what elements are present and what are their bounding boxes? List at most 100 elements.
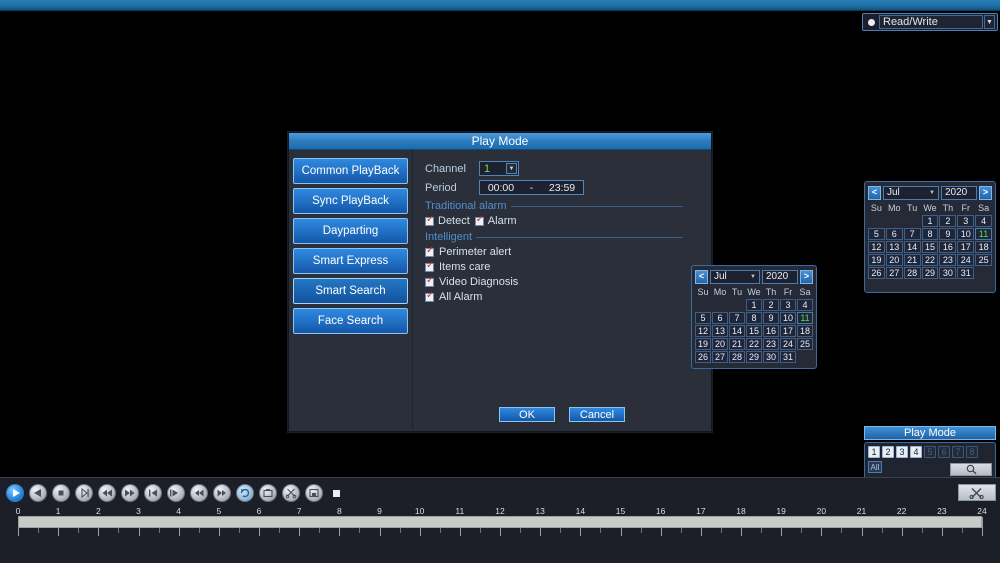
- calendar-day-cell[interactable]: 18: [975, 241, 992, 253]
- calendar-day-cell[interactable]: 6: [885, 228, 903, 240]
- calendar-next-button[interactable]: >: [800, 269, 813, 284]
- rewind-button[interactable]: [98, 484, 116, 502]
- calendar-day-cell[interactable]: 8: [746, 312, 762, 324]
- calendar-day-cell[interactable]: 11: [797, 312, 813, 324]
- calendar-month-select[interactable]: Jul ▼: [710, 269, 760, 284]
- channel-button-8[interactable]: 8: [966, 446, 978, 458]
- channel-select[interactable]: 1 ▼: [479, 161, 519, 176]
- channel-all-button[interactable]: All: [868, 461, 882, 473]
- channel-button-3[interactable]: 3: [896, 446, 908, 458]
- chevron-down-icon[interactable]: ▼: [506, 163, 517, 174]
- calendar-day-cell[interactable]: 19: [695, 338, 711, 350]
- period-input[interactable]: 00:00 - 23:59: [479, 180, 584, 195]
- calendar-day-cell[interactable]: 30: [763, 351, 779, 363]
- calendar-day-cell[interactable]: 4: [975, 215, 992, 227]
- calendar-day-cell[interactable]: 8: [921, 228, 939, 240]
- calendar-day-cell[interactable]: 21: [729, 338, 745, 350]
- chevron-down-icon[interactable]: ▼: [984, 15, 995, 29]
- calendar-day-cell[interactable]: 2: [763, 299, 779, 311]
- calendar-day-cell[interactable]: 22: [746, 338, 762, 350]
- calendar-day-cell[interactable]: 16: [763, 325, 779, 337]
- calendar-day-cell[interactable]: 22: [921, 254, 939, 266]
- cancel-button[interactable]: Cancel: [569, 407, 625, 422]
- ok-button[interactable]: OK: [499, 407, 555, 422]
- calendar-day-cell[interactable]: 25: [975, 254, 992, 266]
- timeline-track[interactable]: [18, 516, 982, 528]
- channel-button-1[interactable]: 1: [868, 446, 880, 458]
- calendar-day-cell[interactable]: 31: [957, 267, 975, 279]
- mode-button-dayparting[interactable]: Dayparting: [293, 218, 408, 244]
- clip-export-button[interactable]: [958, 484, 996, 501]
- calendar-day-cell[interactable]: 26: [868, 267, 885, 279]
- checkbox-all-alarm[interactable]: All Alarm: [425, 291, 711, 303]
- calendar-year-field[interactable]: 2020: [762, 269, 798, 284]
- calendar-day-cell[interactable]: 26: [695, 351, 711, 363]
- previous-frame-button[interactable]: [144, 484, 162, 502]
- stop-button[interactable]: [52, 484, 70, 502]
- calendar-day-cell[interactable]: 28: [729, 351, 745, 363]
- calendar-day-cell[interactable]: 11: [975, 228, 992, 240]
- calendar-day-cell[interactable]: 12: [868, 241, 885, 253]
- calendar-day-cell[interactable]: 2: [939, 215, 957, 227]
- calendar-next-button[interactable]: >: [979, 185, 992, 200]
- calendar-day-cell[interactable]: 7: [903, 228, 921, 240]
- calendar-day-cell[interactable]: 30: [939, 267, 957, 279]
- calendar-day-cell[interactable]: 24: [780, 338, 796, 350]
- calendar-day-cell[interactable]: 7: [729, 312, 745, 324]
- calendar-day-cell[interactable]: 3: [957, 215, 975, 227]
- calendar-day-cell[interactable]: 1: [921, 215, 939, 227]
- calendar-day-cell[interactable]: 4: [797, 299, 813, 311]
- calendar-day-cell[interactable]: 31: [780, 351, 796, 363]
- calendar-day-cell[interactable]: 23: [939, 254, 957, 266]
- calendar-day-cell[interactable]: 29: [921, 267, 939, 279]
- calendar-day-cell[interactable]: 14: [903, 241, 921, 253]
- calendar-day-cell[interactable]: 10: [780, 312, 796, 324]
- chevron-down-icon[interactable]: ▼: [748, 272, 758, 282]
- calendar-day-cell[interactable]: 9: [939, 228, 957, 240]
- mode-button-smart-search[interactable]: Smart Search: [293, 278, 408, 304]
- calendar-day-cell[interactable]: 12: [695, 325, 711, 337]
- calendar-prev-button[interactable]: <: [868, 185, 881, 200]
- calendar-day-cell[interactable]: 20: [712, 338, 728, 350]
- storage-mode-select[interactable]: Read/Write ▼: [862, 13, 998, 31]
- checkbox-detect[interactable]: Detect: [425, 215, 470, 227]
- calendar-day-cell[interactable]: 10: [957, 228, 975, 240]
- channel-button-2[interactable]: 2: [882, 446, 894, 458]
- fast-forward-button[interactable]: [121, 484, 139, 502]
- calendar-day-cell[interactable]: 13: [885, 241, 903, 253]
- chevron-down-icon[interactable]: ▼: [927, 188, 937, 198]
- calendar-day-cell[interactable]: 17: [957, 241, 975, 253]
- calendar-day-cell[interactable]: 18: [797, 325, 813, 337]
- calendar-day-cell[interactable]: 17: [780, 325, 796, 337]
- mode-button-smart-express[interactable]: Smart Express: [293, 248, 408, 274]
- save-button[interactable]: [305, 484, 323, 502]
- channel-button-5[interactable]: 5: [924, 446, 936, 458]
- checkbox-items-care[interactable]: Items care: [425, 261, 711, 273]
- search-button[interactable]: [950, 463, 992, 476]
- previous-file-button[interactable]: [190, 484, 208, 502]
- channel-button-6[interactable]: 6: [938, 446, 950, 458]
- calendar-day-cell[interactable]: 28: [903, 267, 921, 279]
- calendar-day-cell[interactable]: 3: [780, 299, 796, 311]
- calendar-day-cell[interactable]: 27: [885, 267, 903, 279]
- calendar-month-select[interactable]: Jul ▼: [883, 185, 939, 200]
- slow-play-button[interactable]: [75, 484, 93, 502]
- calendar-year-field[interactable]: 2020: [941, 185, 977, 200]
- clip-button[interactable]: [282, 484, 300, 502]
- calendar-day-cell[interactable]: 1: [746, 299, 762, 311]
- calendar-day-cell[interactable]: 5: [695, 312, 711, 324]
- next-frame-button[interactable]: [167, 484, 185, 502]
- calendar-day-cell[interactable]: 6: [712, 312, 728, 324]
- calendar-day-cell[interactable]: 9: [763, 312, 779, 324]
- mode-button-common-playback[interactable]: Common PlayBack: [293, 158, 408, 184]
- calendar-day-cell[interactable]: 14: [729, 325, 745, 337]
- calendar-day-cell[interactable]: 13: [712, 325, 728, 337]
- next-file-button[interactable]: [213, 484, 231, 502]
- calendar-prev-button[interactable]: <: [695, 269, 708, 284]
- calendar-day-cell[interactable]: 24: [957, 254, 975, 266]
- calendar-day-cell[interactable]: 5: [868, 228, 885, 240]
- calendar-day-cell[interactable]: 16: [939, 241, 957, 253]
- dialog-calendar[interactable]: < Jul ▼ 2020 > Su Mo Tu We Th Fr Sa 1 2 3 4 5 6 7 8 9 10…: [691, 265, 817, 369]
- calendar-day-cell[interactable]: 25: [797, 338, 813, 350]
- reverse-play-button[interactable]: [29, 484, 47, 502]
